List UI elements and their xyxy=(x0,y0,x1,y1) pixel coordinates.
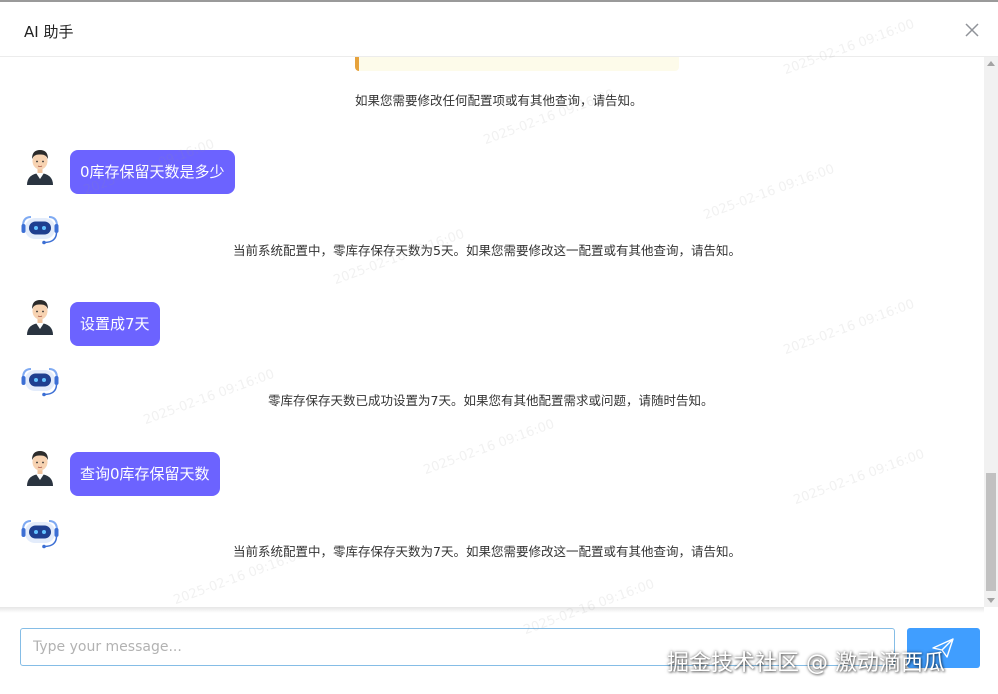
ai-robot-avatar xyxy=(20,207,60,247)
ai-robot-avatar xyxy=(20,359,60,399)
scroll-up-arrow-icon[interactable] xyxy=(987,61,995,66)
user-avatar xyxy=(20,145,60,185)
close-icon xyxy=(965,23,979,37)
ai-message-text: 如果您需要修改任何配置项或有其他查询，请告知。 xyxy=(355,93,643,108)
chat-scrollbar[interactable] xyxy=(984,57,998,607)
chat-divider xyxy=(0,607,984,613)
ai-message-text: 当前系统配置中，零库存保存天数为7天。如果您需要修改这一配置或有其他查询，请告知… xyxy=(233,544,741,559)
previous-message-card xyxy=(355,57,679,71)
dialog-header: AI 助手 xyxy=(0,2,998,57)
close-button[interactable] xyxy=(962,20,982,40)
ai-message-text: 当前系统配置中，零库存保存天数为5天。如果您需要修改这一配置或有其他查询，请告知… xyxy=(233,243,741,258)
user-message-bubble: 0库存保留天数是多少 xyxy=(70,150,235,194)
message-input[interactable] xyxy=(20,628,895,666)
user-avatar xyxy=(20,295,60,335)
chat-message-list[interactable]: 如果您需要修改任何配置项或有其他查询，请告知。 0库存保留天数是多少 当前系统配… xyxy=(0,57,984,607)
send-icon xyxy=(932,638,954,658)
send-button[interactable] xyxy=(907,628,980,668)
ai-robot-avatar xyxy=(20,511,60,551)
scroll-down-arrow-icon[interactable] xyxy=(987,598,995,603)
user-message-bubble: 查询0库存保留天数 xyxy=(70,452,220,496)
user-avatar xyxy=(20,446,60,486)
scrollbar-thumb[interactable] xyxy=(986,473,996,591)
user-message-bubble: 设置成7天 xyxy=(70,302,160,346)
dialog-title: AI 助手 xyxy=(24,23,74,41)
ai-message-text: 零库存保存天数已成功设置为7天。如果您有其他配置需求或问题，请随时告知。 xyxy=(268,393,714,408)
